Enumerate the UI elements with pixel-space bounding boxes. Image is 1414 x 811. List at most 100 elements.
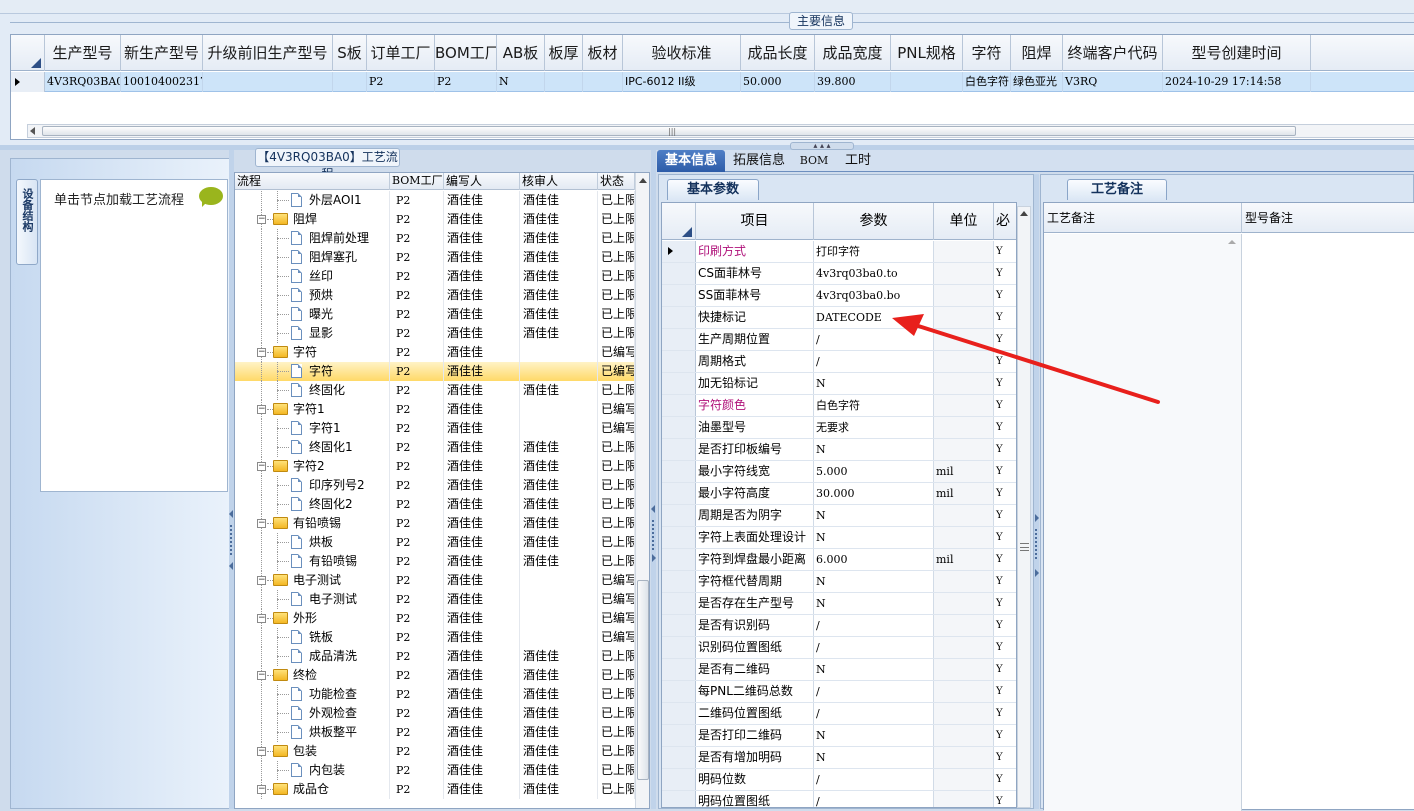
param-value-cell[interactable]: N — [814, 571, 934, 592]
cell-new-production-model[interactable]: 10010400231754 — [121, 72, 203, 92]
param-row[interactable]: 字符到焊盘最小距离 6.000 mil Y — [662, 549, 1016, 571]
param-row[interactable]: 字符上表面处理设计 N Y — [662, 527, 1016, 549]
param-value-cell[interactable]: / — [814, 637, 934, 658]
col-reviewer[interactable]: 核审人 — [520, 173, 598, 190]
scroll-up-arrow-icon[interactable] — [1228, 240, 1236, 244]
param-row[interactable]: 油墨型号 无要求 Y — [662, 417, 1016, 439]
tree-node-name-cell[interactable]: 外层AOI1 — [235, 191, 390, 210]
subtab-process-remarks[interactable]: 工艺备注 — [1067, 179, 1167, 200]
col-writer[interactable]: 编写人 — [444, 173, 520, 190]
param-row[interactable]: SS面菲林号 4v3rq03ba0.bo Y — [662, 285, 1016, 307]
subtab-basic-params[interactable]: 基本参数 — [667, 179, 759, 200]
tree-node-row[interactable]: 烘板 P2 酒佳佳 酒佳佳 已上限 — [235, 533, 635, 552]
row-header[interactable] — [662, 417, 696, 438]
middle-splitter[interactable] — [651, 150, 656, 809]
cell-s-board[interactable] — [333, 72, 367, 92]
col-model-remark[interactable]: 型号备注 — [1242, 203, 1414, 233]
col-bom-factory[interactable]: BOM工厂 — [390, 173, 444, 190]
tree-node-name-cell[interactable]: 有铅喷锡 — [235, 552, 390, 571]
row-header[interactable] — [662, 263, 696, 284]
collapse-left-icon[interactable] — [229, 510, 233, 518]
row-indicator-icon[interactable] — [11, 72, 45, 92]
expand-right-icon[interactable] — [652, 554, 656, 562]
param-row[interactable]: 是否有增加明码 N Y — [662, 747, 1016, 769]
vscroll-thumb[interactable] — [637, 580, 649, 780]
param-row[interactable]: 是否有识别码 / Y — [662, 615, 1016, 637]
row-header[interactable] — [662, 483, 696, 504]
tree-node-name-cell[interactable]: 烘板 — [235, 533, 390, 552]
hscroll-thumb[interactable]: ||| — [42, 126, 1296, 136]
cell-acceptance-standard[interactable]: IPC-6012 II级 — [623, 72, 741, 92]
cell-old-production-model[interactable] — [203, 72, 333, 92]
tree-node-row[interactable]: 电子测试 P2 酒佳佳 已编写 — [235, 590, 635, 609]
tree-node-name-cell[interactable]: 电子测试 — [235, 590, 390, 609]
row-header[interactable] — [662, 329, 696, 350]
col-pnl-spec[interactable]: PNL规格 — [891, 35, 963, 71]
param-value-cell[interactable]: N — [814, 593, 934, 614]
param-grid-vscrollbar[interactable] — [1017, 206, 1031, 808]
tree-node-name-cell[interactable]: 终固化2 — [235, 495, 390, 514]
row-header[interactable] — [662, 659, 696, 680]
col-process-remark[interactable]: 工艺备注 — [1044, 203, 1242, 233]
tree-node-name-cell[interactable]: 阻焊前处理 — [235, 229, 390, 248]
tree-node-row[interactable]: 阻焊塞孔 P2 酒佳佳 酒佳佳 已上限 — [235, 248, 635, 267]
param-row[interactable]: 是否存在生产型号 N Y — [662, 593, 1016, 615]
tree-node-name-cell[interactable]: − 终检 — [235, 666, 390, 685]
param-row[interactable]: 快捷标记 DATECODE Y — [662, 307, 1016, 329]
right-splitter[interactable] — [1034, 174, 1039, 809]
tree-node-row[interactable]: 预烘 P2 酒佳佳 酒佳佳 已上限 — [235, 286, 635, 305]
tree-node-name-cell[interactable]: 外观检查 — [235, 704, 390, 723]
col-old-production-model[interactable]: 升级前旧生产型号 — [203, 35, 333, 71]
cell-finished-width[interactable]: 39.800 — [815, 72, 891, 92]
tree-node-name-cell[interactable]: 功能检查 — [235, 685, 390, 704]
col-finished-width[interactable]: 成品宽度 — [815, 35, 891, 71]
tree-node-name-cell[interactable]: − 外形 — [235, 609, 390, 628]
col-order-factory[interactable]: 订单工厂 — [367, 35, 435, 71]
collapse-icon[interactable]: − — [257, 671, 266, 680]
cell-board-material[interactable] — [583, 72, 623, 92]
param-value-cell[interactable]: 4v3rq03ba0.to — [814, 263, 934, 284]
row-header[interactable] — [662, 593, 696, 614]
tree-node-row[interactable]: 内包装 P2 酒佳佳 酒佳佳 已上限 — [235, 761, 635, 780]
param-value-cell[interactable]: N — [814, 439, 934, 460]
param-value-cell[interactable]: / — [814, 681, 934, 702]
tree-node-row[interactable]: 烘板整平 P2 酒佳佳 酒佳佳 已上限 — [235, 723, 635, 742]
tree-node-name-cell[interactable]: 铣板 — [235, 628, 390, 647]
param-value-cell[interactable]: N — [814, 747, 934, 768]
row-header[interactable] — [662, 461, 696, 482]
param-value-cell[interactable]: 5.000 — [814, 461, 934, 482]
row-header[interactable] — [662, 615, 696, 636]
param-row[interactable]: 是否有二维码 N Y — [662, 659, 1016, 681]
product-grid-row[interactable]: 4V3RQ03BA010010400231754P2P2NIPC-6012 II… — [11, 72, 1414, 92]
cell-board-thickness[interactable] — [545, 72, 583, 92]
collapse-icon[interactable]: − — [257, 785, 266, 794]
param-row[interactable]: 最小字符线宽 5.000 mil Y — [662, 461, 1016, 483]
tree-node-row[interactable]: 阻焊前处理 P2 酒佳佳 酒佳佳 已上限 — [235, 229, 635, 248]
col-s-board[interactable]: S板 — [333, 35, 367, 71]
row-header[interactable] — [662, 439, 696, 460]
product-grid-hscrollbar[interactable]: ||| — [27, 124, 1414, 138]
tree-folder-row[interactable]: − 阻焊 P2 酒佳佳 酒佳佳 已上限 — [235, 210, 635, 229]
col-unit[interactable]: 单位 — [934, 203, 994, 240]
row-header[interactable] — [662, 373, 696, 394]
tree-folder-row[interactable]: − 外形 P2 酒佳佳 已编写 — [235, 609, 635, 628]
tree-node-row[interactable]: 终固化1 P2 酒佳佳 酒佳佳 已上限 — [235, 438, 635, 457]
tree-node-name-cell[interactable]: − 有铅喷锡 — [235, 514, 390, 533]
col-production-model[interactable]: 生产型号 — [45, 35, 121, 71]
param-value-cell[interactable]: / — [814, 769, 934, 790]
tree-node-row[interactable]: 外层AOI1 P2 酒佳佳 酒佳佳 已上限 — [235, 191, 635, 210]
tab-bom[interactable]: BOM — [793, 150, 835, 172]
param-row[interactable]: 周期是否为阴字 N Y — [662, 505, 1016, 527]
param-row[interactable]: 印刷方式 打印字符 Y — [662, 241, 1016, 263]
tree-node-name-cell[interactable]: 成品清洗 — [235, 647, 390, 666]
col-end-customer-code[interactable]: 终端客户代码 — [1063, 35, 1163, 71]
row-header[interactable] — [662, 351, 696, 372]
col-param[interactable]: 参数 — [814, 203, 934, 240]
tree-node-name-cell[interactable]: − 电子测试 — [235, 571, 390, 590]
tree-node-name-cell[interactable]: 显影 — [235, 324, 390, 343]
expand-right-icon[interactable] — [1035, 569, 1039, 577]
param-value-cell[interactable]: 6.000 — [814, 549, 934, 570]
col-bom-factory[interactable]: BOM工厂 — [435, 35, 497, 71]
param-row[interactable]: 最小字符高度 30.000 mil Y — [662, 483, 1016, 505]
tree-node-name-cell[interactable]: − 成品仓 — [235, 780, 390, 799]
